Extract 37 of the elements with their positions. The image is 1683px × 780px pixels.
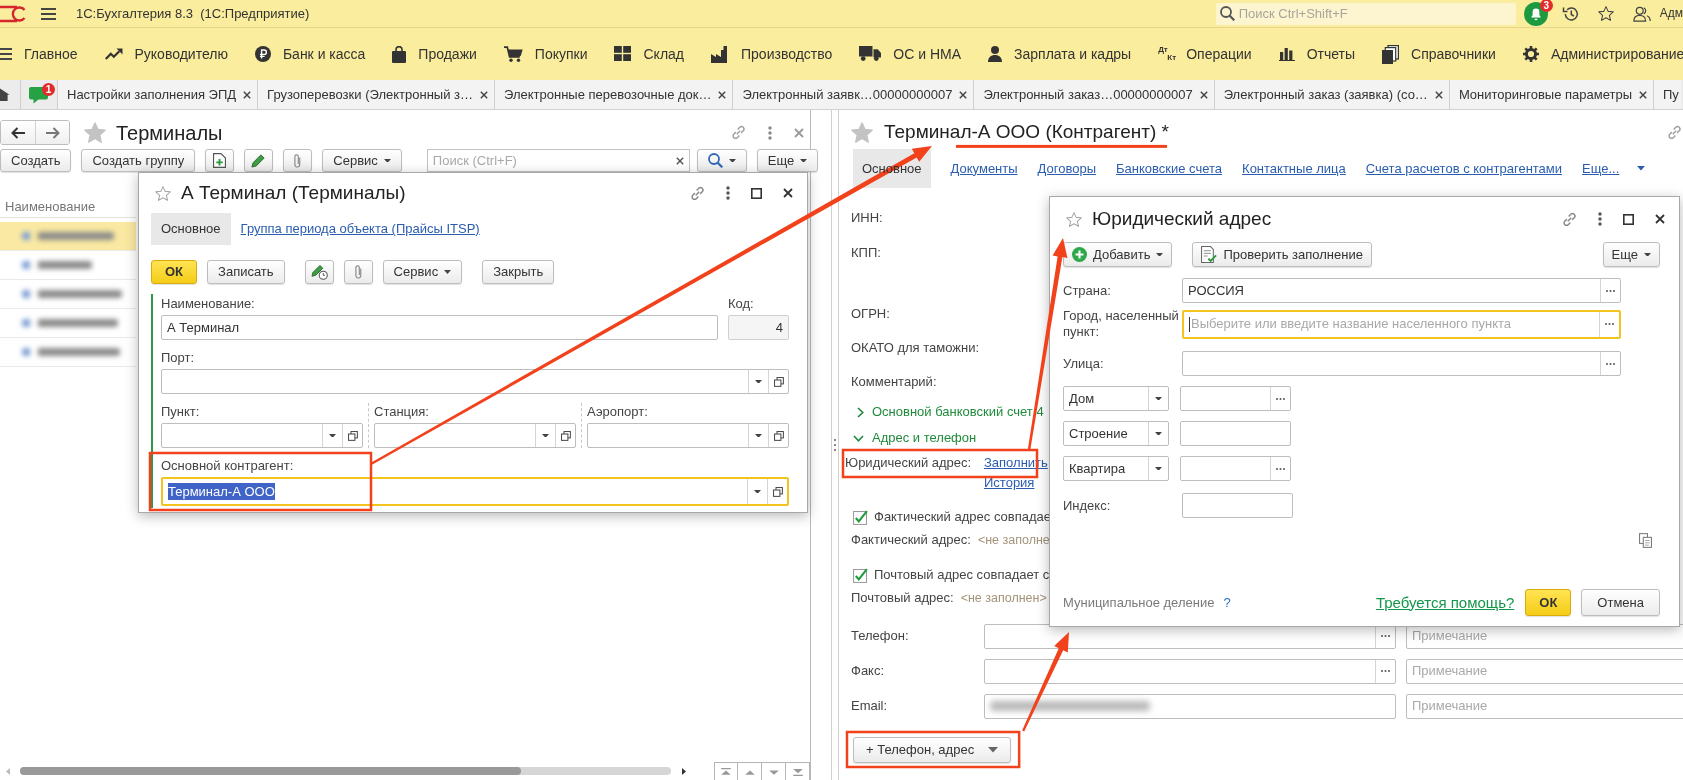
field-value: <не заполнен> (960, 590, 1047, 606)
field-label: Страна: (1063, 282, 1112, 299)
column-header: Наименование (5, 198, 96, 215)
field-label: Основной контрагент: (161, 457, 294, 475)
field-label: Наименование: (161, 295, 255, 313)
dialog-title: А Терминал (Терминалы) (181, 181, 406, 205)
field-label: Муниципальное деление (1063, 594, 1215, 611)
field-label: Улица: (1063, 355, 1105, 372)
field-label: Факс: (851, 663, 886, 679)
field-label: Пункт: (161, 403, 200, 421)
field-label: Индекс: (1063, 497, 1112, 514)
form-title: Терминалы (116, 120, 223, 145)
form-title: Терминал-А ООО (Контрагент) * (884, 121, 1169, 144)
icon-label: Кт (1167, 54, 1177, 62)
field-label: Город, населенный пункт: (1063, 308, 1180, 340)
field-label: Почтовый адрес: (851, 590, 954, 606)
field-label: Комментарий: (851, 374, 937, 390)
field-label: Порт: (161, 349, 195, 367)
checkbox-label: Фактический адрес совпадае (874, 509, 1051, 525)
notification-badge: 3 (1539, 0, 1553, 12)
dialog-title: Юридический адрес (1092, 207, 1272, 231)
field-label: ИНН: (851, 210, 883, 226)
field-label: Код: (728, 295, 754, 313)
field-label: ОГРН: (851, 306, 890, 322)
checkbox-label: Почтовый адрес совпадает с (874, 567, 1050, 583)
field-label: Юридический адрес: (845, 455, 973, 471)
field-label: Аэропорт: (587, 403, 648, 421)
field-label: Телефон: (851, 628, 910, 644)
field-label: КПП: (851, 245, 881, 261)
icon-label: Дт (1158, 46, 1168, 54)
field-value: <не заполне (977, 532, 1050, 548)
window-title: 1С:Бухгалтерия 8.3 (1С:Предприятие) (76, 5, 310, 22)
notification-badge: 1 (42, 83, 55, 96)
field-label: ОКАТО для таможни: (851, 340, 980, 356)
field-label: Станция: (374, 403, 429, 421)
field-label: Фактический адрес: (851, 532, 971, 548)
field-label: Email: (851, 698, 889, 714)
